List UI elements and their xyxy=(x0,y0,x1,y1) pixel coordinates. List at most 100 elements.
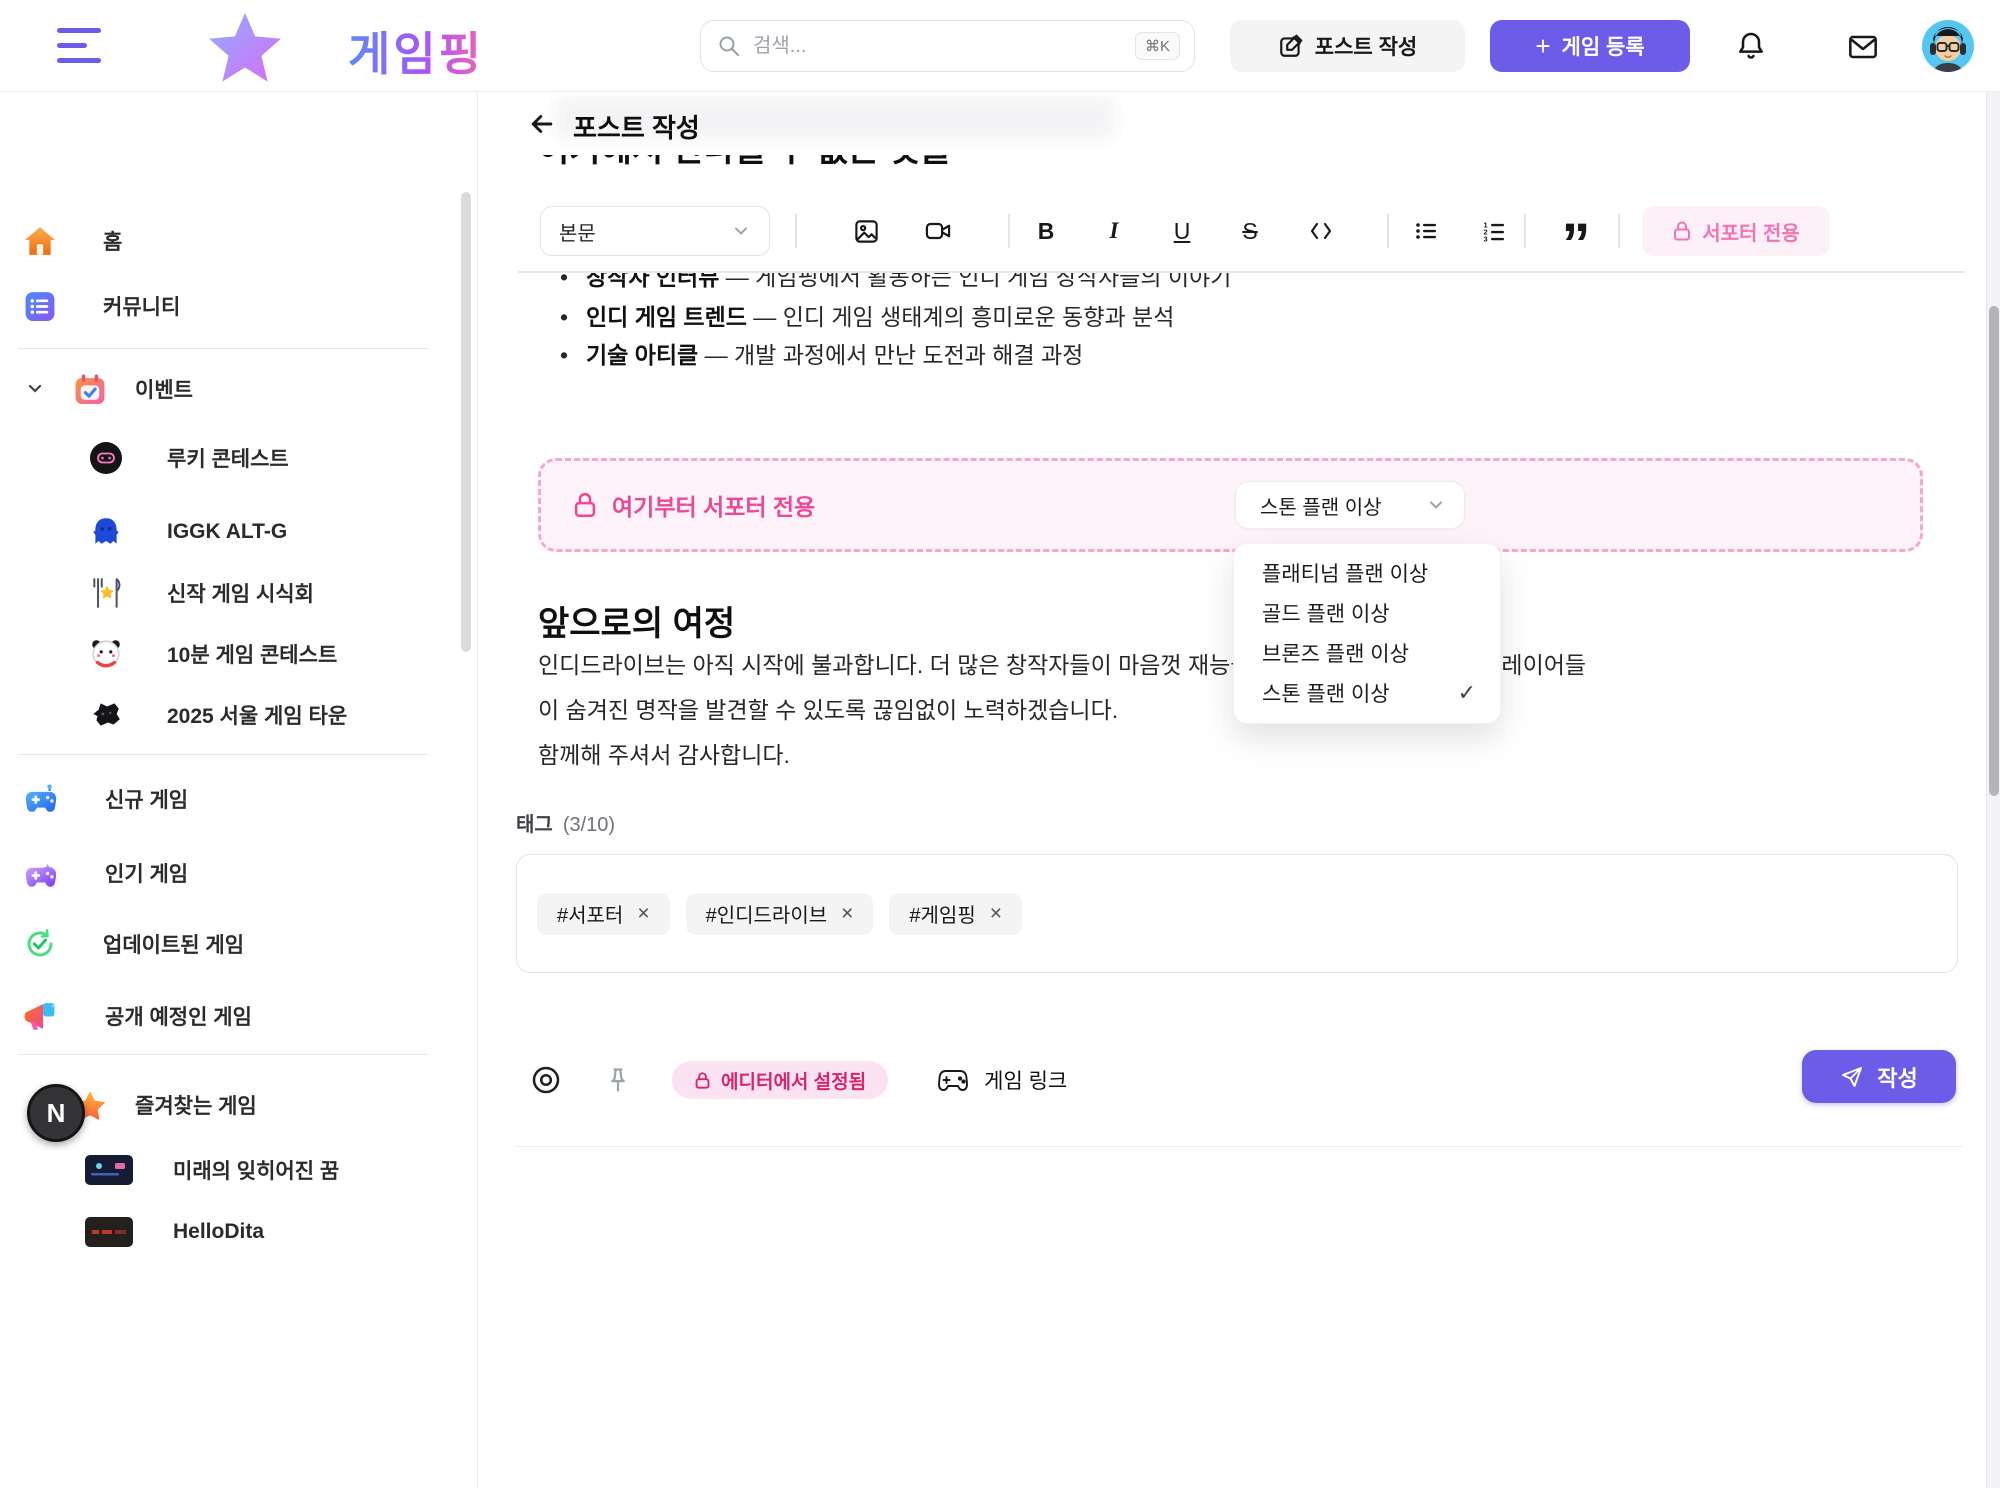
supporter-only-label: 서포터 전용 xyxy=(1702,217,1800,246)
sidebar-item-community[interactable]: 커뮤니티 xyxy=(0,278,460,334)
plan-dropdown-menu: 플래티넘 플랜 이상 골드 플랜 이상 브론즈 플랜 이상 스톤 플랜 이상 ✓ xyxy=(1233,543,1501,724)
sidebar-item-label: 홈 xyxy=(103,226,122,256)
quote-icon[interactable]: ” xyxy=(1556,203,1596,259)
tags-input-box[interactable]: #서포터× #인디드라이브× #게임핑× xyxy=(516,854,1958,973)
editor-locked-label: 에디터에서 설정됨 xyxy=(721,1067,866,1094)
sidebar-item-favorite-game-2[interactable]: HelloDita xyxy=(0,1204,460,1260)
submit-post-label: 작성 xyxy=(1877,1061,1917,1093)
search-bar[interactable]: ⌘K xyxy=(700,20,1195,72)
bullet-item-clipped: •창작자 인터뷰 — 게임핑에서 활동하는 인디 게임 창작자들의 이야기 xyxy=(478,271,1958,295)
sidebar-item-label: IGGK ALT-G xyxy=(167,520,287,544)
plan-option-platinum[interactable]: 플래티넘 플랜 이상 xyxy=(1234,553,1500,593)
gamepad-icon xyxy=(936,1066,970,1094)
search-input[interactable] xyxy=(753,35,1135,58)
page-scrollbar[interactable] xyxy=(1986,92,2000,1488)
sidebar-item-updated-games[interactable]: 업데이트된 게임 xyxy=(0,916,460,972)
register-game-label: 게임 등록 xyxy=(1562,31,1645,61)
sidebar-divider xyxy=(18,348,428,349)
messages-mail-icon[interactable] xyxy=(1847,31,1879,63)
bullet-item: •기술 아티클 — 개발 과정에서 만난 도전과 해결 과정 xyxy=(560,340,1083,370)
sidebar-item-label: 미래의 잊히어진 꿈 xyxy=(173,1155,339,1185)
write-post-label: 포스트 작성 xyxy=(1315,31,1417,61)
svg-text:3: 3 xyxy=(1484,235,1488,244)
ghost-icon xyxy=(87,515,125,549)
bullet-item: •인디 게임 트렌드 — 인디 게임 생태계의 흥미로운 동향과 분석 xyxy=(560,302,1174,332)
game-thumbnail xyxy=(85,1155,133,1185)
remove-tag-icon[interactable]: × xyxy=(841,902,853,926)
visibility-eye-icon[interactable] xyxy=(530,1064,562,1096)
sidebar-item-label: 인기 게임 xyxy=(105,858,188,888)
sidebar-item-label: 10분 게임 콘테스트 xyxy=(167,639,337,669)
plan-option-bronze[interactable]: 브론즈 플랜 이상 xyxy=(1234,633,1500,673)
plan-select-button[interactable]: 스톤 플랜 이상 xyxy=(1235,481,1465,529)
sidebar-item-iggk[interactable]: IGGK ALT-G xyxy=(0,504,460,560)
sidebar-item-new-games[interactable]: 신규 게임 xyxy=(0,771,460,827)
floating-n-label: N xyxy=(47,1098,66,1129)
app-logo-text[interactable]: 게임핑 xyxy=(348,18,484,84)
pin-icon[interactable] xyxy=(604,1065,632,1095)
submit-post-button[interactable]: 작성 xyxy=(1802,1050,1956,1103)
check-icon: ✓ xyxy=(1458,680,1476,706)
toolbar-divider xyxy=(518,271,1965,273)
notifications-bell-icon[interactable] xyxy=(1735,30,1767,62)
page-scrollbar-thumb[interactable] xyxy=(1989,306,1999,796)
sidebar-item-favorite-game-1[interactable]: 미래의 잊히어진 꿈 xyxy=(0,1142,460,1198)
sidebar-item-label: HelloDita xyxy=(173,1220,264,1244)
sidebar-item-rookie-contest[interactable]: 루키 콘테스트 xyxy=(0,430,460,486)
tag-chip: #게임핑× xyxy=(889,893,1022,935)
tags-label: 태그(3/10) xyxy=(516,808,615,837)
sidebar-divider xyxy=(18,754,428,755)
block-type-select[interactable]: 본문 xyxy=(540,206,770,256)
numbered-list-icon[interactable]: 1 2 3 xyxy=(1476,203,1512,259)
sidebar-item-label: 신규 게임 xyxy=(105,784,188,814)
sidebar-item-popular-games[interactable]: 인기 게임 xyxy=(0,845,460,901)
pencil-square-icon xyxy=(1278,33,1304,59)
seoul-icon xyxy=(87,698,125,732)
game-link-button[interactable]: 게임 링크 xyxy=(984,1065,1067,1095)
chevron-down-icon xyxy=(731,221,751,241)
bold-button[interactable]: B xyxy=(1031,203,1061,259)
sidebar-item-upcoming-games[interactable]: 공개 예정인 게임 xyxy=(0,988,460,1044)
italic-button[interactable]: I xyxy=(1099,203,1129,259)
plan-option-gold[interactable]: 골드 플랜 이상 xyxy=(1234,593,1500,633)
bullet-list-icon[interactable] xyxy=(1408,203,1444,259)
sticky-header-veil xyxy=(478,92,2000,152)
sidebar-scrollbar[interactable] xyxy=(461,192,471,652)
floating-n-button[interactable]: N xyxy=(27,1084,85,1142)
sidebar-item-tasting[interactable]: 신작 게임 시식회 xyxy=(0,565,460,621)
tasting-icon xyxy=(87,576,125,610)
sidebar-divider xyxy=(18,1054,428,1055)
write-post-button[interactable]: 포스트 작성 xyxy=(1230,20,1465,72)
sidebar-item-home[interactable]: 홈 xyxy=(0,213,460,269)
back-button[interactable] xyxy=(524,106,560,142)
plan-option-stone-selected[interactable]: 스톤 플랜 이상 ✓ xyxy=(1234,673,1500,713)
user-avatar[interactable] xyxy=(1921,19,1975,73)
sidebar-item-label: 공개 예정인 게임 xyxy=(105,1001,252,1031)
code-icon[interactable] xyxy=(1302,203,1340,259)
sidebar-item-10min-contest[interactable]: 10분 게임 콘테스트 xyxy=(0,626,460,682)
lock-icon xyxy=(572,491,598,519)
sidebar-section-label: 즐겨찾는 게임 xyxy=(135,1090,257,1120)
plan-select-value: 스톤 플랜 이상 xyxy=(1260,491,1426,520)
underline-button[interactable]: U xyxy=(1167,203,1197,259)
page-title: 포스트 작성 xyxy=(573,108,700,145)
register-game-button[interactable]: + 게임 등록 xyxy=(1490,20,1690,72)
remove-tag-icon[interactable]: × xyxy=(637,902,649,926)
insert-image-icon[interactable] xyxy=(846,203,886,259)
remove-tag-icon[interactable]: × xyxy=(990,902,1002,926)
chevron-down-icon[interactable] xyxy=(25,379,45,399)
menu-icon[interactable] xyxy=(57,28,101,64)
block-type-value: 본문 xyxy=(559,217,731,246)
insert-video-icon[interactable] xyxy=(918,203,958,259)
logo-star-icon[interactable] xyxy=(198,8,292,86)
supporter-only-toggle[interactable]: 서포터 전용 xyxy=(1642,206,1830,256)
footer-divider xyxy=(516,1146,1963,1147)
sidebar-item-seoul-game-town[interactable]: 2025 서울 게임 타운 xyxy=(0,687,460,743)
document-heading: 앞으로의 여정 xyxy=(538,596,735,645)
sidebar: 홈 커뮤니티 이벤트 xyxy=(0,92,478,1488)
rookie-contest-icon xyxy=(87,441,125,475)
megaphone-icon xyxy=(22,1000,60,1033)
sidebar-item-label: 업데이트된 게임 xyxy=(103,929,244,959)
sidebar-section-events[interactable]: 이벤트 xyxy=(0,361,460,417)
strikethrough-button[interactable]: S xyxy=(1235,203,1265,259)
